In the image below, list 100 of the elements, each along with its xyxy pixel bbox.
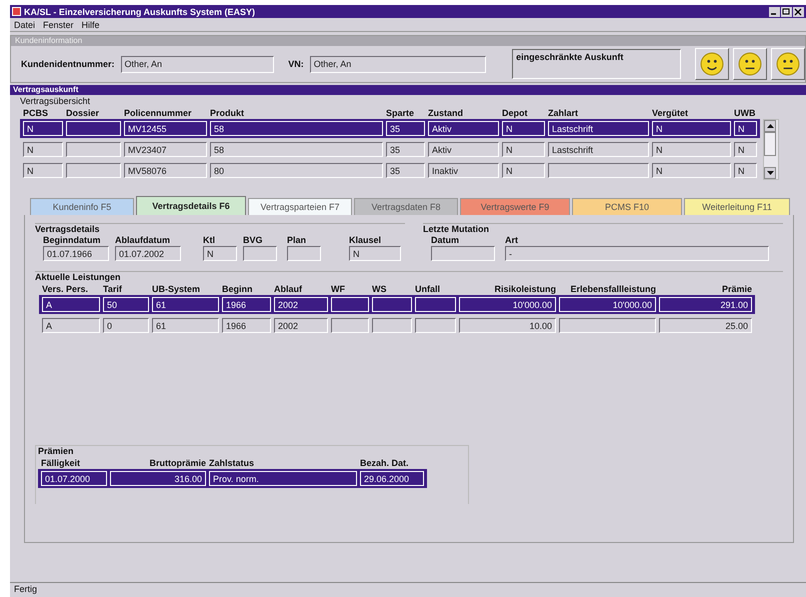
table-cell: 35 (386, 142, 425, 157)
table-cell: 58 (210, 121, 383, 136)
table-cell: A (42, 318, 100, 333)
input-field[interactable]: Other, An (120, 56, 274, 72)
table-row[interactable]: N MV58076 80 35 Inaktiv N N N (20, 161, 760, 180)
column-header: Risikoleistung (493, 283, 556, 295)
tab[interactable]: Vertragsdetails F6 (136, 196, 246, 215)
field-label: VN: (288, 59, 304, 69)
input-field[interactable]: 01.07.2002 (115, 246, 181, 261)
menu-item[interactable]: Fenster (43, 20, 74, 30)
column-header: WS (372, 283, 388, 295)
table-cell: 61 (152, 297, 219, 312)
table-cell: 35 (386, 121, 425, 136)
input-field[interactable]: Other, An (310, 56, 486, 72)
column-header: Vergütet (652, 107, 690, 119)
table-cell: N (502, 142, 545, 157)
section-header: Kundeninformation (11, 36, 805, 46)
table-cell: Aktiv (428, 121, 499, 136)
input-field[interactable]: 01.07.1966 (43, 246, 109, 261)
column-header: Ablauf (274, 283, 303, 295)
input-field[interactable]: - (505, 246, 769, 261)
table-cell: Inaktiv (428, 163, 499, 178)
column-header: UWB (734, 107, 756, 119)
smiley-icon[interactable] (776, 52, 800, 76)
table-cell: MV58076 (124, 163, 207, 178)
close-button[interactable] (793, 6, 804, 16)
column-header: Unfall (415, 283, 442, 295)
table-cell: N (652, 163, 731, 178)
table-cell: 291.00 (659, 297, 752, 312)
table-cell: 50 (103, 297, 149, 312)
table-cell (66, 121, 121, 136)
table-cell: MV23407 (124, 142, 207, 157)
group-title: Letzte Mutation (423, 224, 490, 235)
column-header: Bezah. Dat. (360, 457, 410, 469)
table-row[interactable]: A 0 61 1966 2002 10.00 25.00 (39, 316, 755, 335)
table-cell: Lastschrift (548, 142, 649, 157)
table-cell: N (23, 163, 63, 178)
table-cell: N (734, 142, 757, 157)
table-cell (372, 297, 412, 312)
input-field[interactable]: N (349, 246, 401, 261)
table-cell: 10'000.00 (559, 297, 656, 312)
group-title: Aktuelle Leistungen (35, 272, 122, 283)
menu-item[interactable]: Datei (14, 20, 36, 30)
table-row[interactable]: N MV12455 58 35 Aktiv N Lastschrift N N (20, 119, 760, 138)
table-cell: N (502, 121, 545, 136)
tab[interactable]: Weiterleitung F11 (684, 198, 790, 215)
column-header: Depot (502, 107, 528, 119)
table-cell: 1966 (222, 318, 271, 333)
column-header: Zahlart (548, 107, 580, 119)
column-header: Sparte (386, 107, 416, 119)
input-field[interactable] (243, 246, 277, 261)
table-cell (415, 297, 456, 312)
table-row[interactable]: N MV23407 58 35 Aktiv N Lastschrift N N (20, 140, 760, 159)
table-cell (372, 318, 412, 333)
table-cell (331, 318, 369, 333)
column-header: Dossier (66, 107, 100, 119)
input-field[interactable] (431, 246, 495, 261)
tab[interactable]: Kundeninfo F5 (30, 198, 134, 215)
field-label: Datum (431, 235, 460, 245)
table-cell: 01.07.2000 (41, 471, 107, 486)
table-cell: 316.00 (110, 471, 206, 486)
smiley-icon[interactable] (738, 52, 762, 76)
table-cell (331, 297, 369, 312)
table-cell: N (734, 121, 757, 136)
menu-item[interactable]: Hilfe (82, 20, 100, 30)
column-header: Fälligkeit (41, 457, 82, 469)
tab[interactable]: PCMS F10 (572, 198, 682, 215)
input-field[interactable]: N (203, 246, 237, 261)
input-field[interactable] (287, 246, 321, 261)
table-cell (66, 163, 121, 178)
table-cell: N (652, 142, 731, 157)
column-header: Zahlstatus (209, 457, 256, 469)
table-row[interactable]: A 50 61 1966 2002 10'000.00 10'000.00 291.00 (39, 295, 755, 314)
table-row[interactable]: 01.07.2000 316.00 Prov. norm. 29.06.2000 (38, 469, 427, 488)
table-cell: Prov. norm. (209, 471, 357, 486)
column-header: Zustand (428, 107, 464, 119)
minimize-button[interactable] (769, 6, 780, 16)
smiley-icon[interactable] (700, 52, 724, 76)
group-title: Vertragsübersicht (20, 96, 92, 107)
table-cell: Aktiv (428, 142, 499, 157)
scroll-up-icon[interactable] (766, 124, 774, 128)
table-cell (66, 142, 121, 157)
column-header: Bruttoprämie (148, 457, 206, 469)
column-header: Erlebensfallleistung (569, 283, 656, 295)
scroll-down-icon[interactable] (766, 171, 774, 175)
maximize-button[interactable] (781, 6, 792, 16)
table-cell: 1966 (222, 297, 271, 312)
table-cell: Lastschrift (548, 121, 649, 136)
table-cell: A (42, 297, 100, 312)
column-header: Beginn (222, 283, 254, 295)
field-label: Plan (287, 235, 308, 245)
group-title: Vertragsdetails (35, 224, 101, 235)
field-label: Kundenidentnummer: (21, 59, 114, 69)
scrollbar[interactable] (763, 119, 779, 180)
column-header: WF (331, 283, 346, 295)
field-label: BVG (243, 235, 264, 245)
table-cell: 29.06.2000 (360, 471, 424, 486)
table-cell: 2002 (274, 318, 328, 333)
tab[interactable]: Vertragsdaten F8 (354, 198, 458, 215)
tab[interactable]: Vertragsparteien F7 (248, 198, 352, 215)
